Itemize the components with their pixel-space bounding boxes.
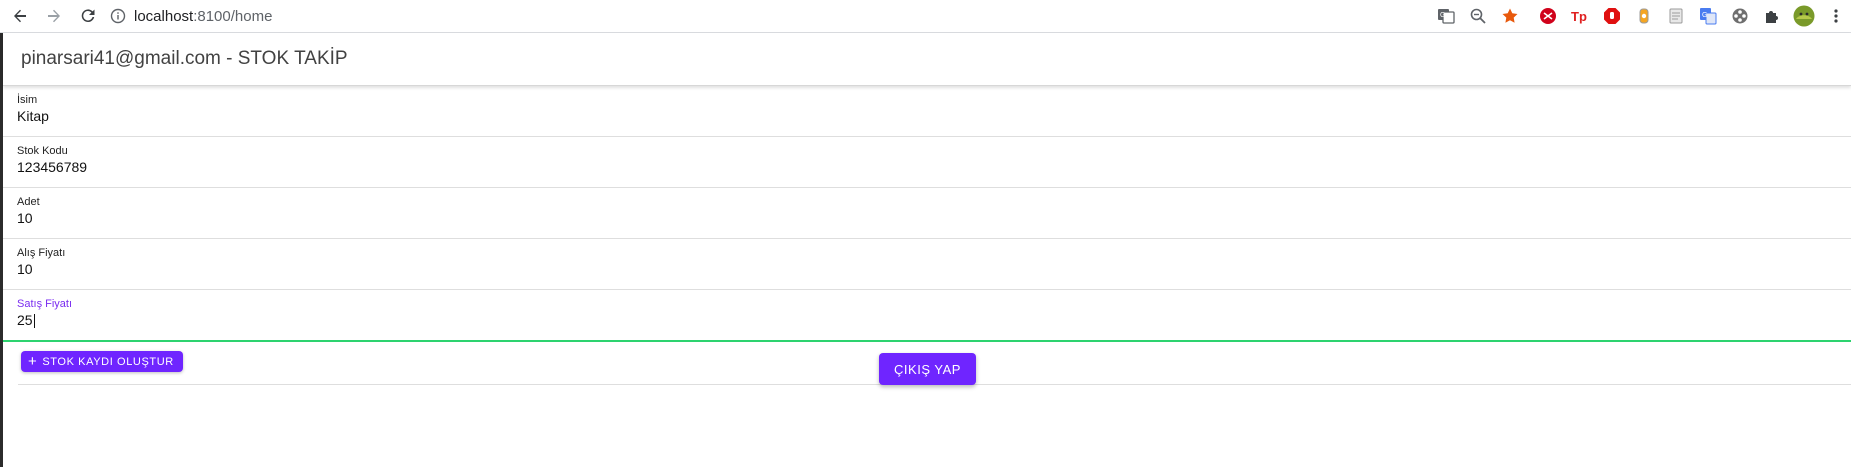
- stop-hand-icon: [1604, 8, 1620, 24]
- orange-bottle-icon: [1639, 8, 1649, 24]
- extensions-button[interactable]: [1760, 4, 1784, 28]
- zoom-icon: [1470, 8, 1486, 24]
- address-bar[interactable]: localhost:8100/home: [110, 3, 1495, 29]
- puzzle-icon: [1766, 11, 1778, 23]
- url-text: localhost:8100/home: [134, 8, 272, 25]
- zoom-button[interactable]: [1466, 4, 1490, 28]
- document-icon: [1669, 8, 1683, 24]
- extension-bar: G Tp G: [1426, 4, 1848, 28]
- svg-text:G: G: [1440, 12, 1445, 19]
- name-input[interactable]: Kitap: [17, 108, 49, 124]
- url-path: :8100/home: [193, 7, 273, 25]
- forward-button[interactable]: [40, 2, 68, 30]
- back-button[interactable]: [6, 2, 34, 30]
- reload-button[interactable]: [74, 2, 102, 30]
- stock-code-field[interactable]: Stok Kodu 123456789: [3, 137, 1851, 188]
- google-translate-icon: G: [1700, 8, 1717, 25]
- page-title: pinarsari41@gmail.com - STOK TAKİP: [21, 48, 348, 69]
- app-content: pinarsari41@gmail.com - STOK TAKİP İsim …: [0, 33, 1851, 467]
- reload-icon: [81, 9, 95, 23]
- text-caret: [33, 314, 35, 329]
- name-label: İsim: [17, 94, 38, 106]
- extension-6[interactable]: G: [1696, 4, 1720, 28]
- create-stock-button[interactable]: + STOK KAYDI OLUŞTUR: [21, 351, 183, 372]
- browser-menu-button[interactable]: [1824, 4, 1848, 28]
- back-arrow-icon: [14, 9, 26, 23]
- sale-price-input[interactable]: 25: [17, 312, 33, 328]
- logout-button[interactable]: ÇIKIŞ YAP: [879, 353, 976, 385]
- extension-7[interactable]: [1728, 4, 1752, 28]
- menu-kebab-icon: [1834, 9, 1838, 23]
- quantity-label: Adet: [17, 196, 40, 208]
- extension-5[interactable]: [1664, 4, 1688, 28]
- extension-tp[interactable]: Tp: [1568, 4, 1592, 28]
- logout-label: ÇIKIŞ YAP: [894, 361, 961, 377]
- red-logo-icon: [1540, 8, 1556, 24]
- profile-button[interactable]: [1792, 4, 1816, 28]
- tp-logo-icon: Tp: [1571, 9, 1587, 24]
- purchase-price-field[interactable]: Alış Fiyatı 10: [3, 239, 1851, 290]
- browser-toolbar: localhost:8100/home G Tp G: [0, 0, 1851, 33]
- sale-price-input-wrap[interactable]: 25: [17, 312, 35, 329]
- app-header: pinarsari41@gmail.com - STOK TAKİP: [3, 33, 1851, 86]
- extension-1[interactable]: [1536, 4, 1560, 28]
- forward-arrow-icon: [48, 9, 60, 23]
- sale-price-field[interactable]: Satış Fiyatı 25: [3, 290, 1851, 342]
- extension-4[interactable]: [1632, 4, 1656, 28]
- info-icon: [110, 8, 126, 24]
- sale-price-label: Satış Fiyatı: [17, 298, 73, 310]
- url-host: localhost: [134, 7, 194, 25]
- translate-icon: G: [1438, 9, 1455, 24]
- stock-code-input[interactable]: 123456789: [17, 159, 87, 175]
- extension-adblock[interactable]: [1600, 4, 1624, 28]
- name-field[interactable]: İsim Kitap: [3, 86, 1851, 137]
- quantity-field[interactable]: Adet 10: [3, 188, 1851, 239]
- svg-text:Tp: Tp: [1571, 9, 1587, 24]
- avatar: [1793, 5, 1815, 27]
- create-stock-label: STOK KAYDI OLUŞTUR: [42, 355, 174, 368]
- film-reel-icon: [1732, 8, 1748, 24]
- purchase-price-input[interactable]: 10: [17, 261, 33, 277]
- stock-code-label: Stok Kodu: [17, 145, 68, 157]
- bookmark-button[interactable]: [1498, 4, 1522, 28]
- bookmark-star-icon: [1502, 8, 1518, 23]
- plus-icon: +: [28, 353, 38, 370]
- svg-text:G: G: [1702, 12, 1707, 19]
- purchase-price-label: Alış Fiyatı: [17, 247, 66, 259]
- translate-button[interactable]: G: [1434, 4, 1458, 28]
- quantity-input[interactable]: 10: [17, 210, 33, 226]
